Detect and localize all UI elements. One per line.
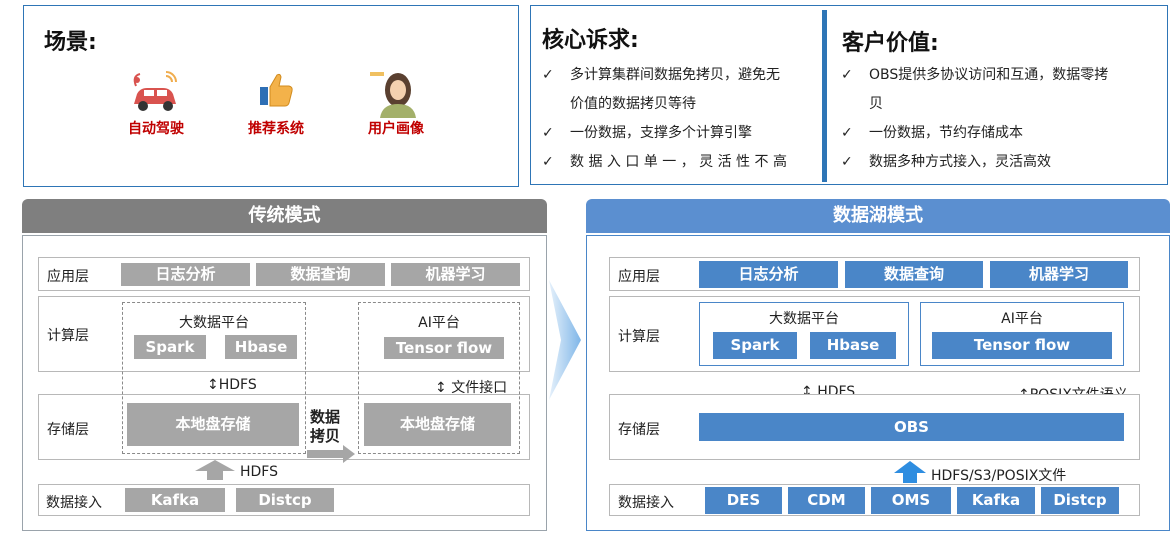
lake-app-log: 日志分析 [699, 261, 838, 288]
core-item: ✓ 数 据 入 口 单 一 ， 灵 活 性 不 高 [542, 148, 817, 177]
lake-app-ml: 机器学习 [990, 261, 1128, 288]
scenario-panel: 场景: 自动驾驶 推荐系统 用户画像 [23, 5, 519, 187]
panel-divider [822, 10, 827, 182]
trad-app-ml: 机器学习 [391, 263, 520, 286]
trad-distcp-box: Distcp [236, 488, 334, 512]
lake-compute-label: 计算层 [618, 329, 660, 345]
lake-spark-box: Spark [713, 332, 797, 359]
value-list: ✓ OBS提供多协议访问和互通，数据零拷 贝 ✓ 一份数据，节约存储成本 ✓ 数据多种… [841, 61, 1161, 177]
core-item: ✓ 一份数据，支撑多个计算引擎 [542, 119, 817, 148]
value-item: ✓ 数据多种方式接入，灵活高效 [841, 148, 1161, 177]
lake-cdm-box: CDM [788, 487, 865, 514]
core-title: 核心诉求: [542, 28, 639, 53]
trad-storage-label: 存储层 [47, 422, 89, 438]
lake-kafka-box: Kafka [957, 487, 1035, 514]
lake-distcp-box: Distcp [1041, 487, 1119, 514]
trad-compute-label: 计算层 [47, 328, 89, 344]
trad-hdfs-ingest-label: HDFS [240, 464, 279, 480]
scenario-label-recommend: 推荐系统 [248, 121, 304, 137]
check-icon: ✓ [542, 125, 554, 141]
trad-file-iface-link: ↕ 文件接口 [435, 380, 508, 396]
lake-app-query: 数据查询 [845, 261, 983, 288]
trad-ingest-label: 数据接入 [46, 495, 102, 511]
right-arrow-icon [307, 445, 357, 463]
trad-tensorflow-box: Tensor flow [384, 337, 504, 359]
lake-storage-label: 存储层 [618, 422, 660, 438]
check-icon: ✓ [542, 154, 554, 170]
value-item: ✓ 一份数据，节约存储成本 [841, 119, 1161, 148]
lake-tensorflow-box: Tensor flow [932, 332, 1112, 359]
core-item: ✓ 多计算集群间数据免拷贝，避免无 [542, 61, 817, 90]
updown-arrow-icon: ↕ [435, 380, 447, 396]
core-item-cont: 价值的数据拷贝等待 [570, 96, 696, 112]
trad-local-storage-1: 本地盘存储 [127, 403, 299, 446]
trad-hdfs-link: ↕HDFS [207, 377, 257, 393]
trad-hbase-box: Hbase [225, 335, 297, 359]
lake-oms-box: OMS [871, 487, 951, 514]
trad-bigdata-title: 大数据平台 [179, 315, 249, 331]
lake-hbase-box: Hbase [810, 332, 896, 359]
value-item-cont: 贝 [869, 96, 883, 112]
trad-kafka-box: Kafka [125, 488, 225, 512]
check-icon: ✓ [841, 125, 853, 141]
scenario-title: 场景: [44, 30, 97, 55]
check-icon: ✓ [841, 154, 853, 170]
car-wifi-icon [128, 70, 182, 114]
traditional-title: 传统模式 [22, 199, 547, 233]
value-item: ✓ OBS提供多协议访问和互通，数据零拷 [841, 61, 1161, 90]
core-list: ✓ 多计算集群间数据免拷贝，避免无 价值的数据拷贝等待 ✓ 一份数据，支撑多个计算引… [542, 61, 817, 177]
trad-spark-box: Spark [134, 335, 206, 359]
lake-ai-title: AI平台 [1001, 311, 1043, 327]
trad-ai-title: AI平台 [418, 315, 460, 331]
check-icon: ✓ [542, 67, 554, 83]
scenario-label-portrait: 用户画像 [368, 121, 424, 137]
lake-des-box: DES [705, 487, 782, 514]
data-copy-label: 数据拷贝 [310, 408, 341, 445]
lake-title: 数据湖模式 [586, 199, 1170, 233]
updown-arrow-icon: ↕ [207, 377, 219, 393]
requirements-panel: 核心诉求: ✓ 多计算集群间数据免拷贝，避免无 价值的数据拷贝等待 ✓ 一份数据，支… [530, 5, 1168, 185]
scenario-label-autodrive: 自动驾驶 [128, 121, 184, 137]
value-title: 客户价值: [842, 31, 939, 56]
trad-local-storage-2: 本地盘存储 [364, 403, 511, 446]
up-arrow-icon [894, 461, 926, 483]
trad-app-log: 日志分析 [121, 263, 250, 286]
lake-ingest-label: 数据接入 [618, 495, 674, 511]
lake-bigdata-title: 大数据平台 [769, 311, 839, 327]
lake-obs-box: OBS [699, 413, 1124, 441]
trad-app-label: 应用层 [47, 269, 89, 285]
user-portrait-icon [370, 68, 418, 118]
check-icon: ✓ [841, 67, 853, 83]
lake-ingest-protocols: HDFS/S3/POSIX文件 [931, 468, 1067, 484]
trad-app-query: 数据查询 [256, 263, 385, 286]
transition-chevron-icon [547, 280, 583, 400]
up-arrow-icon [195, 460, 235, 480]
lake-app-label: 应用层 [618, 269, 660, 285]
thumbs-up-icon [256, 70, 296, 110]
